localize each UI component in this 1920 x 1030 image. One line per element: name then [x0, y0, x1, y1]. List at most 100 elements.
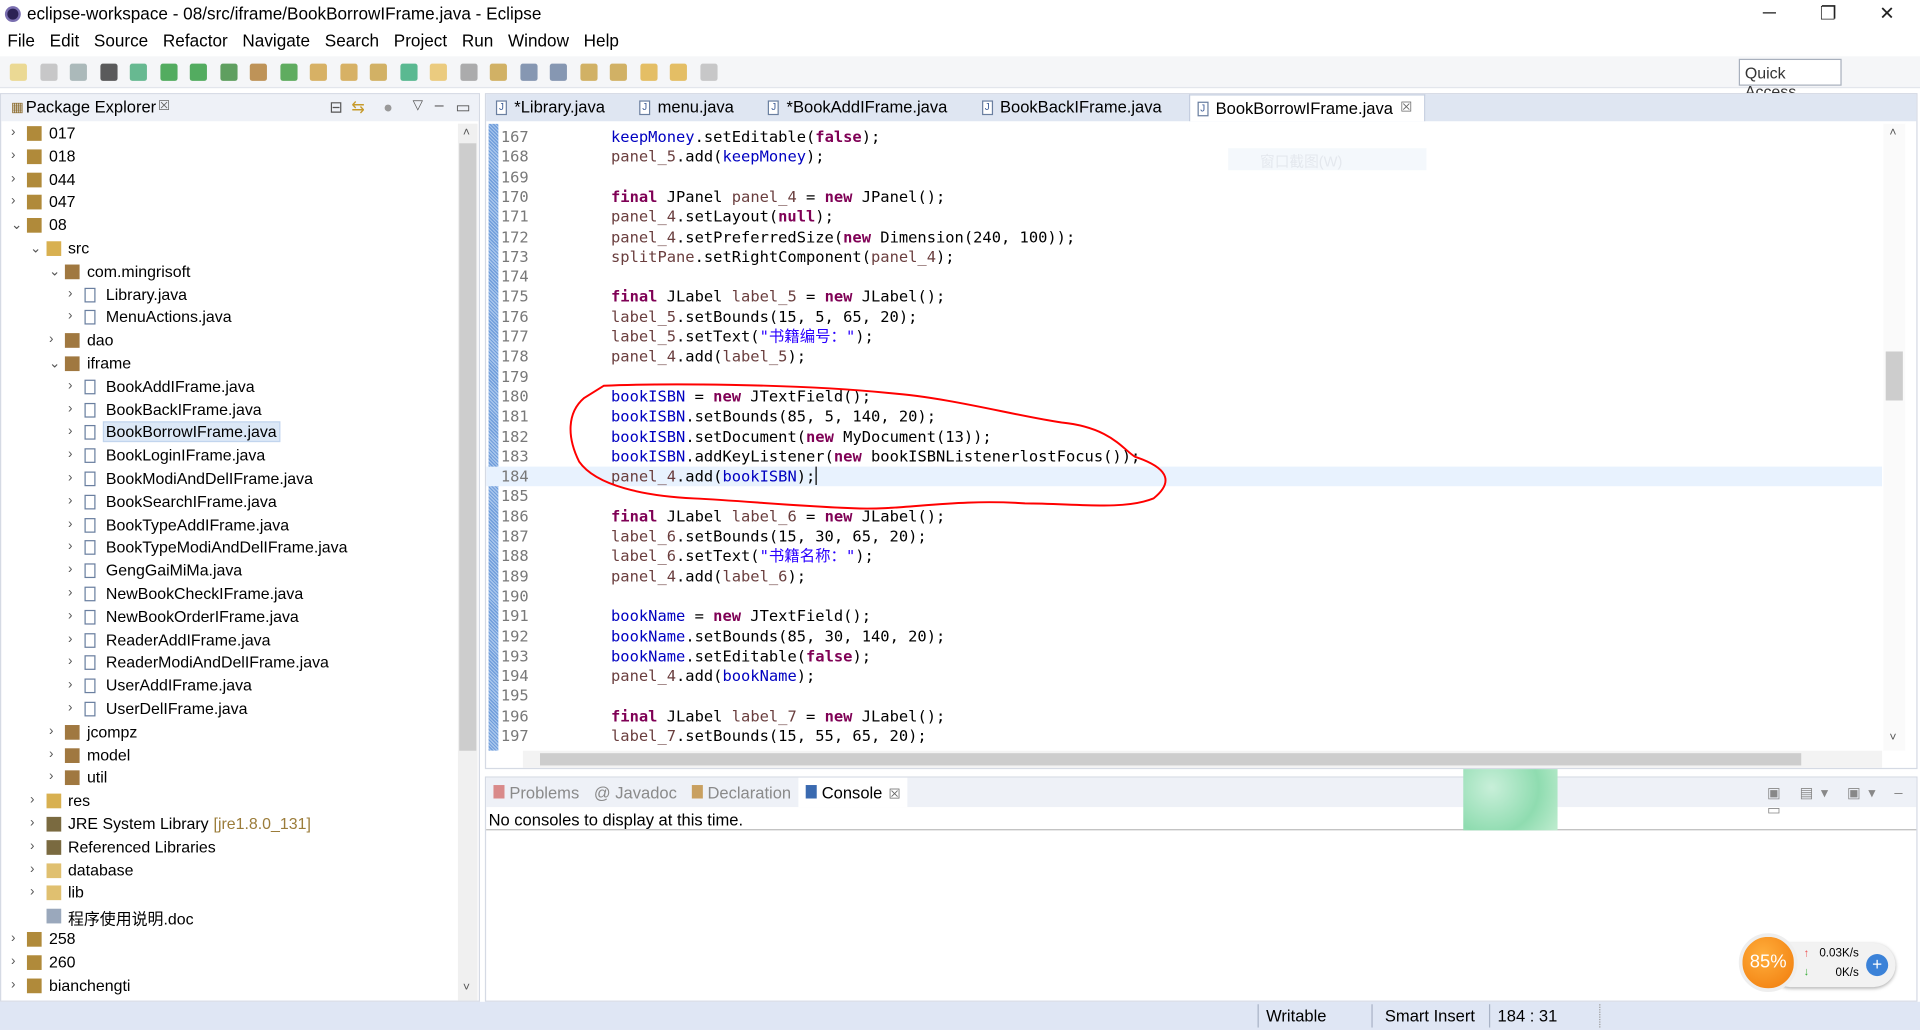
view-menu-icon[interactable]: ▽ — [413, 97, 423, 113]
toolbar-button-icon[interactable] — [39, 63, 57, 81]
tree-item[interactable]: › JRE System Library [jre1.8.0_131] — [1, 813, 457, 836]
minimize-view-icon[interactable]: ‒ — [435, 96, 444, 114]
tree-item[interactable]: › 017 — [1, 122, 457, 145]
tree-item[interactable]: ⌄ 08 — [1, 215, 457, 238]
tree-item[interactable]: › Library.java — [1, 284, 457, 307]
editor-hscroll-thumb[interactable] — [540, 753, 1802, 766]
chevron-down-icon[interactable]: ⌄ — [11, 217, 22, 233]
toolbar-button-icon[interactable] — [639, 63, 657, 81]
link-editor-icon[interactable]: ⇆ — [351, 98, 364, 118]
menu-window[interactable]: Window — [501, 27, 577, 54]
chevron-right-icon[interactable]: › — [11, 148, 15, 163]
tree-item[interactable]: › BookBorrowIFrame.java — [1, 421, 457, 445]
tree-item[interactable]: › NewBookOrderIFrame.java — [1, 606, 457, 629]
chevron-right-icon[interactable]: › — [49, 747, 53, 762]
toolbar-button-icon[interactable] — [549, 63, 567, 81]
chevron-right-icon[interactable]: › — [68, 493, 72, 508]
tab-close-icon[interactable]: ☒ — [1400, 99, 1412, 121]
chevron-right-icon[interactable]: › — [68, 608, 72, 623]
chevron-right-icon[interactable]: › — [11, 171, 15, 186]
toolbar-button-icon[interactable] — [369, 63, 387, 81]
chevron-right-icon[interactable]: › — [68, 585, 72, 600]
tree-item[interactable]: ⌄ iframe — [1, 353, 457, 376]
tree-item[interactable]: › Referenced Libraries — [1, 836, 457, 859]
package-explorer-title[interactable]: Package Explorer — [26, 98, 156, 116]
chevron-right-icon[interactable]: › — [11, 954, 15, 969]
toolbar-button-icon[interactable] — [219, 63, 237, 81]
tree-item[interactable]: › BookSearchIFrame.java — [1, 491, 457, 514]
chevron-right-icon[interactable]: › — [11, 977, 15, 992]
bottom-tab-javadoc[interactable]: @ Javadoc — [587, 778, 685, 807]
chevron-right-icon[interactable]: › — [68, 378, 72, 393]
tree-item[interactable]: ⌄ src — [1, 238, 457, 261]
plus-icon[interactable]: + — [1866, 954, 1889, 977]
editor-vertical-scrollbar[interactable]: ˄ ˅ — [1883, 123, 1906, 751]
tree-item[interactable]: › model — [1, 744, 457, 767]
tree-item[interactable]: › database — [1, 859, 457, 882]
tree-scrollbar-thumb[interactable] — [459, 143, 477, 751]
toolbar-button-icon[interactable] — [309, 63, 327, 81]
chevron-right-icon[interactable]: › — [68, 286, 72, 301]
restore-button[interactable]: ❐ — [1810, 2, 1847, 25]
tab-close-icon[interactable]: ☒ — [889, 787, 901, 802]
editor-vscroll-thumb[interactable] — [1885, 351, 1903, 401]
chevron-down-icon[interactable]: ⌄ — [49, 263, 60, 279]
toolbar-button-icon[interactable] — [189, 63, 207, 81]
tree-item[interactable]: › BookModiAndDelIFrame.java — [1, 468, 457, 491]
menu-refactor[interactable]: Refactor — [156, 27, 235, 54]
editor-tab[interactable]: J BookBackIFrame.java — [974, 94, 1174, 121]
toolbar-button-icon[interactable] — [159, 63, 177, 81]
close-button[interactable]: ✕ — [1869, 2, 1906, 25]
code-area[interactable]: 167 keepMoney.setEditable(false); 168 panel… — [486, 123, 1883, 751]
menu-edit[interactable]: Edit — [42, 27, 86, 54]
tree-item[interactable]: › ReaderModiAndDelIFrame.java — [1, 652, 457, 675]
tree-item[interactable]: › UserAddIFrame.java — [1, 675, 457, 698]
menu-run[interactable]: Run — [454, 27, 500, 54]
chevron-right-icon[interactable]: › — [68, 701, 72, 716]
chevron-right-icon[interactable]: › — [49, 770, 53, 785]
chevron-right-icon[interactable]: › — [68, 424, 72, 439]
bottom-tab-console[interactable]: Console ☒ — [798, 777, 908, 808]
toolbar-button-icon[interactable] — [399, 63, 417, 81]
tree-item[interactable]: › lib — [1, 882, 457, 905]
tree-item[interactable]: › BookTypeAddIFrame.java — [1, 514, 457, 537]
bottom-tab-declaration[interactable]: Declaration — [684, 778, 798, 807]
chevron-right-icon[interactable]: › — [68, 470, 72, 485]
chevron-right-icon[interactable]: › — [68, 677, 72, 692]
toolbar-button-icon[interactable] — [669, 63, 687, 81]
toolbar-button-icon[interactable] — [459, 63, 477, 81]
menu-help[interactable]: Help — [576, 27, 626, 54]
toolbar-button-icon[interactable] — [249, 63, 267, 81]
toolbar-button-icon[interactable] — [9, 63, 27, 81]
minimize-button[interactable]: ─ — [1751, 2, 1788, 23]
chevron-right-icon[interactable]: › — [68, 447, 72, 462]
tree-item[interactable]: › MenuActions.java — [1, 307, 457, 330]
chevron-right-icon[interactable]: › — [11, 194, 15, 209]
menu-file[interactable]: File — [0, 27, 42, 54]
tree-item[interactable]: › 018 — [1, 145, 457, 168]
toolbar-button-icon[interactable] — [99, 63, 117, 81]
chevron-right-icon[interactable]: › — [68, 654, 72, 669]
editor-tab[interactable]: J *Library.java — [489, 94, 618, 121]
chevron-down-icon[interactable]: ⌄ — [49, 355, 60, 371]
toolbar-button-icon[interactable] — [279, 63, 297, 81]
network-speed-widget[interactable]: 85% ↑ ↓ 0.03K/s 0K/s + — [1738, 933, 1898, 993]
tree-item[interactable]: › 258 — [1, 928, 457, 951]
chevron-right-icon[interactable]: › — [68, 631, 72, 646]
tree-item[interactable]: › BookTypeModiAndDelIFrame.java — [1, 537, 457, 560]
menu-navigate[interactable]: Navigate — [235, 27, 317, 54]
chevron-down-icon[interactable]: ⌄ — [30, 240, 41, 256]
toolbar-button-icon[interactable] — [519, 63, 537, 81]
tree-item[interactable]: › jcompz — [1, 721, 457, 744]
toolbar-button-icon[interactable] — [579, 63, 597, 81]
tree-item[interactable]: › GengGaiMiMa.java — [1, 560, 457, 583]
close-view-icon[interactable]: ☒ — [158, 98, 170, 114]
toolbar-button-icon[interactable] — [489, 63, 507, 81]
chevron-right-icon[interactable]: › — [30, 885, 34, 900]
tree-item[interactable]: › BookBackIFrame.java — [1, 399, 457, 422]
bottom-tab-problems[interactable]: Problems — [486, 778, 586, 807]
toolbar-button-icon[interactable] — [339, 63, 357, 81]
tree-item[interactable]: › 044 — [1, 169, 457, 192]
chevron-right-icon[interactable]: › — [30, 862, 34, 877]
menu-project[interactable]: Project — [386, 27, 454, 54]
